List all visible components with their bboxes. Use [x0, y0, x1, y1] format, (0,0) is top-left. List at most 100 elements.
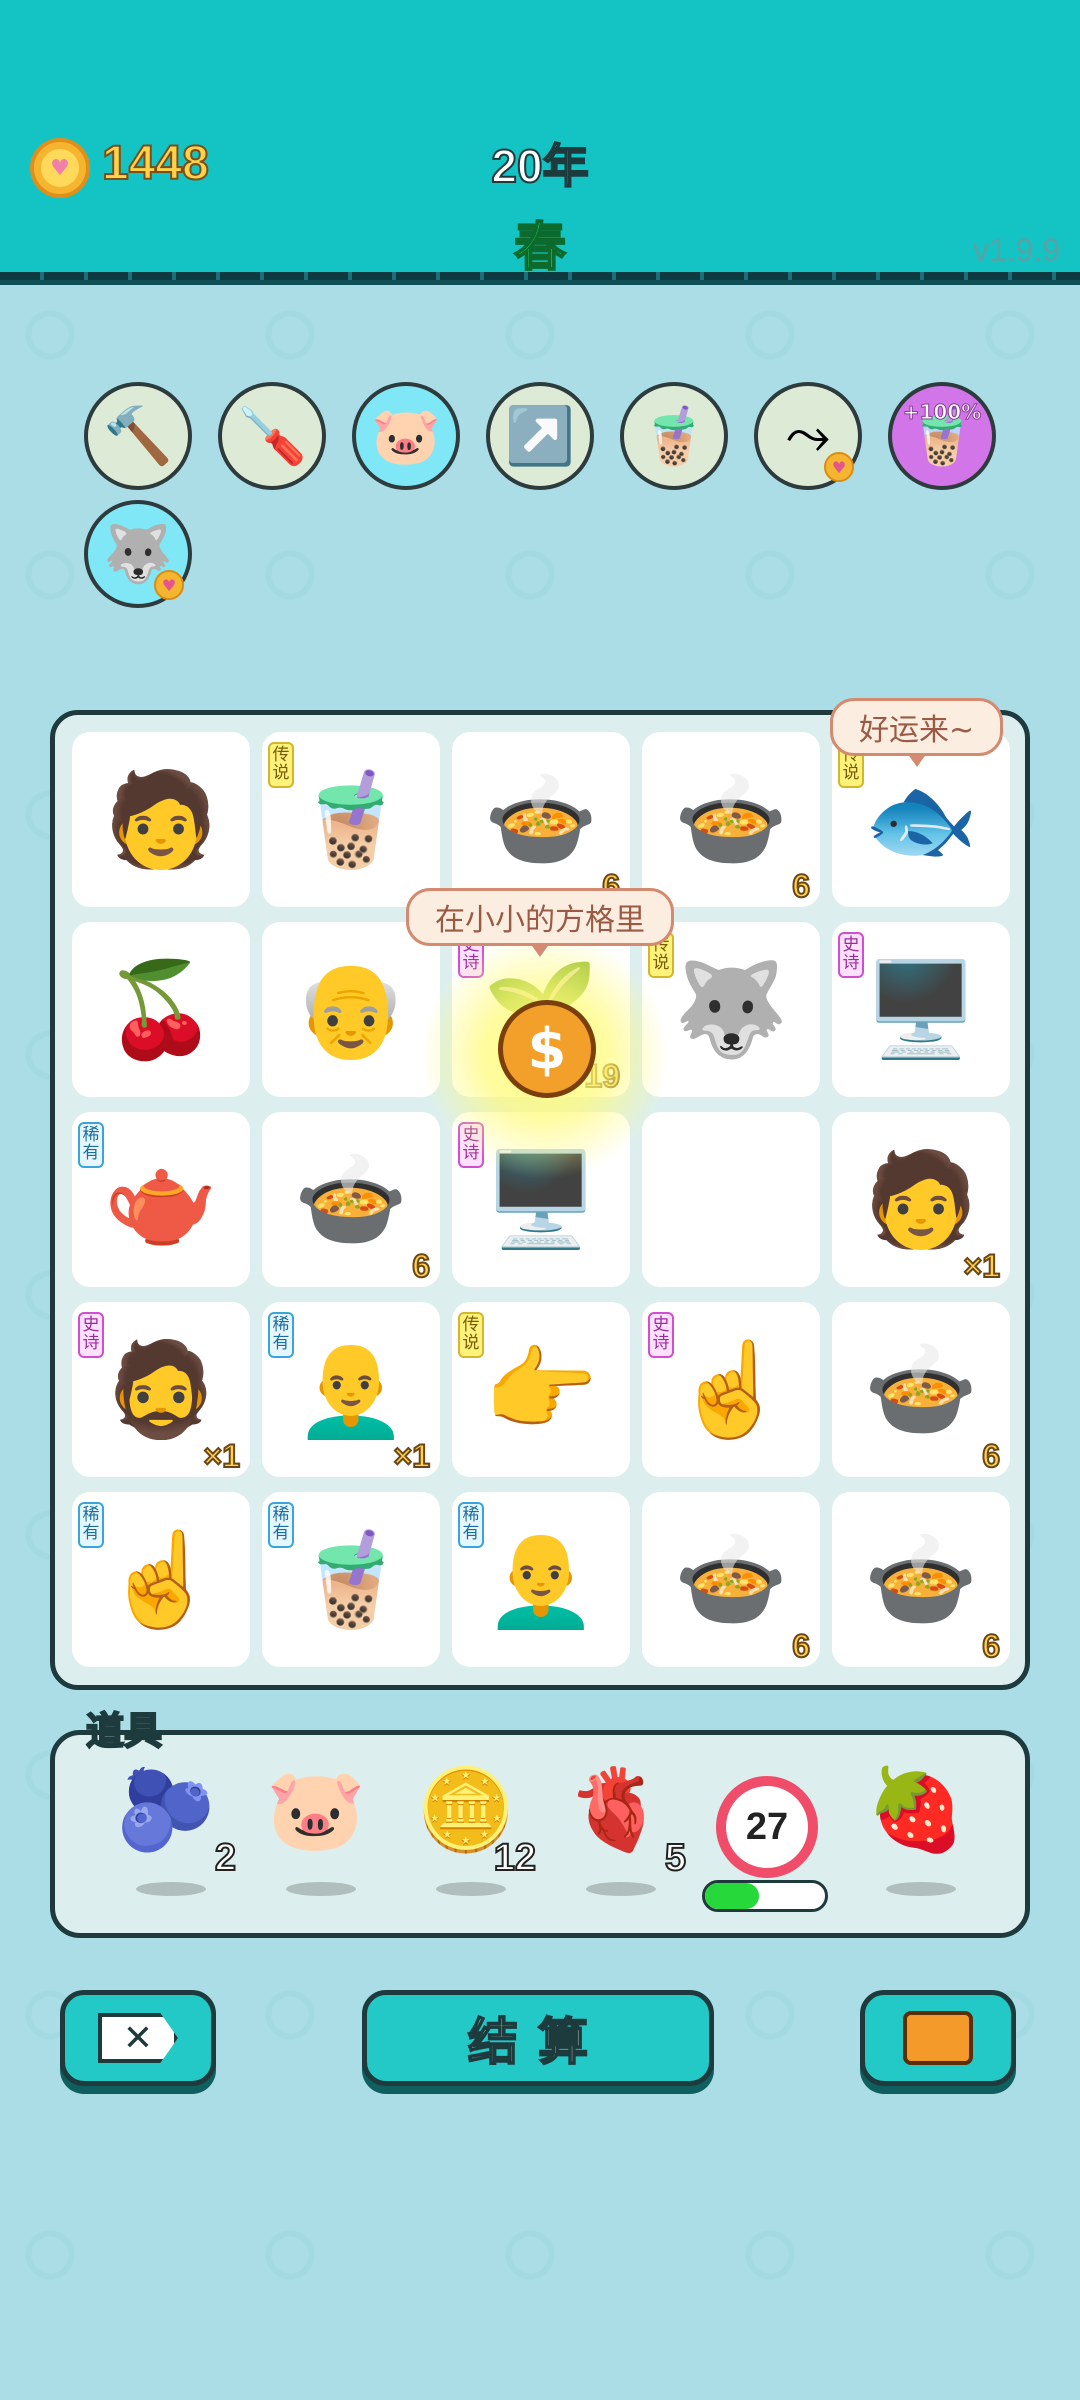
- lychee-icon: 🍓: [866, 1763, 966, 1856]
- relic-hammer-icon[interactable]: 🔨: [84, 382, 192, 490]
- symbol-icon: 🍲: [673, 1525, 789, 1633]
- symbol-count: ×1: [393, 1437, 432, 1475]
- heart-coin-icon: ♥: [824, 452, 854, 482]
- symbol-icon: 👨‍🦲: [293, 1335, 409, 1443]
- symbol-count: 6: [981, 1437, 1001, 1475]
- heart-coin-icon: ♥: [154, 570, 184, 600]
- luck-speech-bubble: 好运来~: [830, 698, 1004, 767]
- relic-next-arrow-icon[interactable]: ⤳ ♥: [754, 382, 862, 490]
- symbol-icon: 🧑: [103, 765, 219, 873]
- rarity-tag: 稀有: [268, 1312, 294, 1358]
- season-label: 春: [513, 217, 567, 279]
- symbol-icon: 🐟: [863, 765, 979, 873]
- relic-bonus-tag: +100%: [902, 400, 982, 425]
- rarity-tag: 稀有: [78, 1502, 104, 1548]
- symbol-icon: 🧋: [293, 1525, 409, 1633]
- screwdriver-icon: 🪛: [237, 404, 307, 469]
- symbol-count: ×1: [963, 1247, 1002, 1285]
- timer-value: 27: [745, 1805, 789, 1848]
- next-arrow-icon: ⤳: [785, 403, 831, 468]
- symbol-icon: 🖥️: [863, 955, 979, 1063]
- board-cell[interactable]: 🧔 史诗 ×1: [72, 1302, 250, 1477]
- item-count: 5: [664, 1836, 687, 1880]
- symbol-count: 6: [791, 1627, 811, 1665]
- relic-milk-tea-icon[interactable]: 🧋: [620, 382, 728, 490]
- relic-milk-tea-bonus-icon[interactable]: 🧋 +100%: [888, 382, 996, 490]
- item-count: 2: [214, 1836, 237, 1880]
- symbol-icon: 🍲: [293, 1145, 409, 1253]
- symbol-icon: 🍒: [103, 955, 219, 1063]
- item-count: 12: [493, 1836, 537, 1880]
- relic-husky-icon[interactable]: 🐺 ♥: [84, 500, 192, 608]
- close-icon: ✕: [98, 2013, 178, 2063]
- board-cell[interactable]: 🍲 6: [262, 1112, 440, 1287]
- exit-button[interactable]: ✕: [60, 1990, 216, 2086]
- rarity-tag: 史诗: [648, 1312, 674, 1358]
- settle-button[interactable]: 结算: [362, 1990, 714, 2086]
- symbol-count: 6: [981, 1627, 1001, 1665]
- piggy-bank-icon: 🐷: [371, 404, 441, 469]
- symbol-count: ×1: [203, 1437, 242, 1475]
- board-cell[interactable]: 🍲 6: [642, 732, 820, 907]
- board-cell[interactable]: 🍲 6: [642, 1492, 820, 1667]
- hammer-icon: 🔨: [103, 404, 173, 469]
- song-speech-bubble: 在小小的方格里: [406, 888, 674, 957]
- item-shadow: [286, 1882, 356, 1896]
- inventory-button[interactable]: [860, 1990, 1016, 2086]
- item-shadow: [886, 1882, 956, 1896]
- timer-icon[interactable]: 27: [716, 1776, 818, 1878]
- board-cell[interactable]: 🍲 6: [832, 1492, 1010, 1667]
- briefcase-icon: [903, 2011, 973, 2065]
- board-cell[interactable]: 👨‍🦲 稀有: [452, 1492, 630, 1667]
- board-cell[interactable]: 👉 传说: [452, 1302, 630, 1477]
- relic-piggy-bank-icon[interactable]: 🐷: [352, 382, 460, 490]
- rarity-tag: 稀有: [268, 1502, 294, 1548]
- board-cell[interactable]: 🍒: [72, 922, 250, 1097]
- symbol-icon: 🐺: [673, 955, 789, 1063]
- rarity-tag: 史诗: [838, 932, 864, 978]
- rarity-tag: 稀有: [78, 1122, 104, 1168]
- item-lychee[interactable]: 🍓: [856, 1763, 976, 1896]
- top-bar: ♥ 1448 20年 春 v1.9.9: [0, 0, 1080, 285]
- symbol-icon: 🫖: [103, 1145, 219, 1253]
- symbol-icon: 👴: [293, 955, 409, 1063]
- coin-count: 1448: [101, 136, 210, 191]
- item-piggy-bank[interactable]: 🐷: [256, 1763, 376, 1896]
- item-coin[interactable]: 🪙 12: [406, 1770, 537, 1896]
- symbol-icon: 🍲: [483, 765, 599, 873]
- board-cell[interactable]: 🧑: [72, 732, 250, 907]
- board-cell[interactable]: 👴: [262, 922, 440, 1097]
- board-cell[interactable]: 🫖 稀有: [72, 1112, 250, 1287]
- board-cell[interactable]: 🖥️史诗: [832, 922, 1010, 1097]
- symbol-icon: 🧑: [863, 1145, 979, 1253]
- item-shadow: [586, 1882, 656, 1896]
- piggy-bank-icon: 🐷: [266, 1763, 366, 1856]
- symbol-icon: 🍲: [863, 1335, 979, 1443]
- symbol-icon: 🍲: [863, 1525, 979, 1633]
- board-cell[interactable]: ☝️ 稀有: [72, 1492, 250, 1667]
- rarity-tag: 稀有: [458, 1502, 484, 1548]
- symbol-count: 6: [411, 1247, 431, 1285]
- item-blueberry[interactable]: 🫐 2: [106, 1770, 237, 1896]
- milk-tea-icon: 🧋: [639, 404, 709, 469]
- board-cell[interactable]: 🧋 传说: [262, 732, 440, 907]
- board-cell[interactable]: [642, 1112, 820, 1287]
- board-cell[interactable]: 🧋 稀有: [262, 1492, 440, 1667]
- timer-progress-bar: [702, 1880, 828, 1912]
- arrow-card-icon: ↗️: [505, 404, 575, 469]
- header-rail: [0, 272, 1080, 280]
- dollar-coin-icon[interactable]: $: [498, 1000, 596, 1098]
- timer-progress-fill: [705, 1883, 759, 1909]
- board-cell[interactable]: ☝️ 史诗: [642, 1302, 820, 1477]
- relic-screwdriver-icon[interactable]: 🪛: [218, 382, 326, 490]
- rarity-tag: 史诗: [78, 1312, 104, 1358]
- symbol-icon: 👉: [483, 1335, 599, 1443]
- relic-arrow-card-icon[interactable]: ↗️: [486, 382, 594, 490]
- board-cell[interactable]: 👨‍🦲 稀有 ×1: [262, 1302, 440, 1477]
- board-cell[interactable]: 🧑 ×1: [832, 1112, 1010, 1287]
- board-cell[interactable]: 🍲 6: [452, 732, 630, 907]
- item-liver[interactable]: 🫀 5: [556, 1763, 687, 1896]
- board-cell[interactable]: 🍲 6: [832, 1302, 1010, 1477]
- liver-icon: 🫀: [566, 1763, 666, 1856]
- coin-heart-icon: ♥: [30, 138, 90, 198]
